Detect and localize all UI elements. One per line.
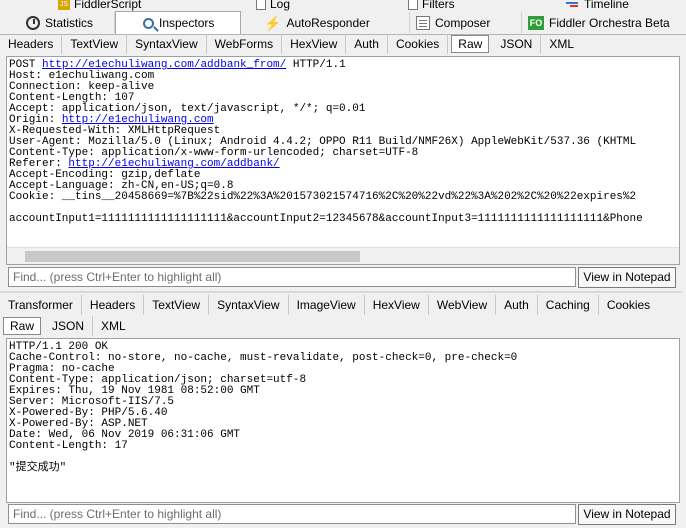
response-view-in-notepad-button[interactable]: View in Notepad (578, 504, 676, 525)
req-tab-headers[interactable]: Headers (0, 34, 63, 54)
req-tab-hexview[interactable]: HexView (282, 34, 347, 54)
tab-log-label: Log (270, 0, 291, 11)
resp-tab-imageview[interactable]: ImageView (289, 295, 365, 315)
req-tab-cookies[interactable]: Cookies (388, 34, 449, 54)
request-line-text: accountInput1=1111111111111111111&accoun… (9, 213, 643, 225)
req-tab-auth[interactable]: Auth (346, 34, 388, 54)
request-raw-view[interactable]: POST http://e1echuliwang.com/addbank_fro… (6, 56, 680, 265)
tab-inspectors-label: Inspectors (159, 16, 215, 30)
response-inspector-tabs: Transformer Headers TextView SyntaxView … (0, 295, 686, 315)
tab-statistics-label: Statistics (45, 15, 94, 30)
gauge-icon (26, 15, 40, 30)
pane-splitter[interactable] (0, 291, 686, 293)
vertical-scrollbar[interactable] (682, 56, 686, 528)
resp-tab-raw[interactable]: Raw (3, 317, 42, 335)
resp-tab-textview[interactable]: TextView (144, 295, 210, 315)
req-tab-raw[interactable]: Raw (451, 35, 490, 53)
tab-fiddlerscript[interactable]: JS FiddlerScript (58, 0, 141, 11)
tab-timeline-label: Timeline (584, 0, 629, 11)
log-icon (256, 0, 266, 10)
request-horizontal-scrollbar[interactable] (7, 247, 679, 264)
resp-tab-json[interactable]: JSON (44, 316, 94, 336)
resp-tab-transformer[interactable]: Transformer (0, 295, 82, 315)
request-line: Cookie: __tins__20458669=%7B%22sid%22%3A… (9, 192, 677, 203)
request-find-input[interactable]: Find... (press Ctrl+Enter to highlight a… (8, 267, 576, 287)
resp-tab-xml[interactable]: XML (93, 316, 134, 336)
resp-tab-cookies[interactable]: Cookies (599, 295, 658, 315)
tab-timeline[interactable]: Timeline (566, 0, 629, 11)
filters-icon (408, 0, 418, 10)
req-tab-webforms[interactable]: WebForms (207, 34, 283, 54)
req-tab-textview[interactable]: TextView (62, 34, 128, 54)
tab-composer[interactable]: Composer (410, 12, 522, 33)
response-line (9, 452, 677, 463)
resp-tab-headers[interactable]: Headers (82, 295, 145, 315)
request-line-text: Cookie: __tins__20458669=%7B%22sid%22%3A… (9, 191, 637, 203)
request-line: accountInput1=1111111111111111111&accoun… (9, 214, 677, 225)
fiddler-orchestra-icon: FO (528, 15, 544, 30)
tab-fiddlerscript-label: FiddlerScript (74, 0, 142, 11)
tab-statistics[interactable]: Statistics (20, 12, 115, 33)
resp-tab-syntaxview[interactable]: SyntaxView (209, 295, 289, 315)
request-line-suffix: HTTP/1.1 (286, 59, 346, 71)
tab-fiddler-orchestra[interactable]: FO Fiddler Orchestra Beta (522, 12, 686, 33)
req-tab-xml[interactable]: XML (541, 34, 582, 54)
req-tab-json[interactable]: JSON (492, 34, 542, 54)
resp-tab-caching[interactable]: Caching (538, 295, 599, 315)
tab-autoresponder-label: AutoResponder (286, 15, 370, 30)
response-line: Content-Length: 17 (9, 440, 128, 452)
tab-log[interactable]: Log (256, 0, 290, 11)
response-inspector-tabs-row2: Raw JSON XML (0, 316, 686, 336)
response-raw-view[interactable]: HTTP/1.1 200 OK Cache-Control: no-store, … (6, 338, 680, 503)
request-raw-text[interactable]: POST http://e1echuliwang.com/addbank_fro… (7, 57, 679, 228)
req-tab-syntaxview[interactable]: SyntaxView (127, 34, 207, 54)
response-line: "提交成功" (9, 462, 67, 474)
request-scroll-thumb[interactable] (25, 251, 360, 262)
response-raw-text[interactable]: HTTP/1.1 200 OK Cache-Control: no-store, … (7, 339, 679, 477)
resp-tab-hexview[interactable]: HexView (365, 295, 429, 315)
magnifier-icon (143, 17, 154, 29)
script-icon: JS (58, 0, 70, 10)
resp-tab-auth[interactable]: Auth (496, 295, 538, 315)
top-tab-strip: Statistics Inspectors ⚡ AutoResponder Co… (0, 11, 686, 35)
tab-filters-label: Filters (422, 0, 455, 11)
request-inspector-tabs: Headers TextView SyntaxView WebForms Hex… (0, 34, 686, 54)
tab-autoresponder[interactable]: ⚡ AutoResponder (258, 12, 410, 33)
lightning-icon: ⚡ (264, 14, 282, 31)
response-find-input[interactable]: Find... (press Ctrl+Enter to highlight a… (8, 504, 576, 524)
timeline-icon (566, 0, 580, 8)
tab-filters[interactable]: Filters (408, 0, 455, 11)
resp-tab-webview[interactable]: WebView (429, 295, 497, 315)
tab-composer-label: Composer (435, 15, 491, 30)
tab-inspectors[interactable]: Inspectors (115, 11, 241, 34)
composer-icon (416, 15, 430, 30)
request-view-in-notepad-button[interactable]: View in Notepad (578, 267, 676, 288)
tab-fiddler-orchestra-label: Fiddler Orchestra Beta (549, 15, 670, 30)
